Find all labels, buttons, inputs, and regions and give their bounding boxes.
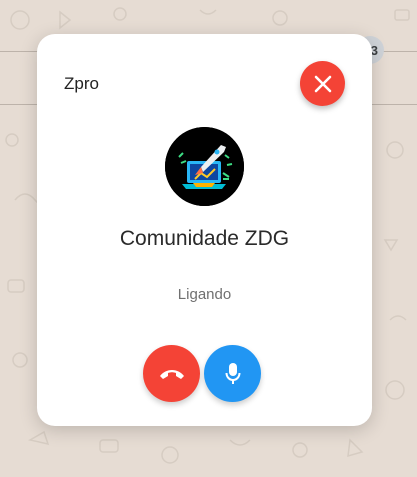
close-icon: [314, 75, 331, 92]
contact-name: Comunidade ZDG: [119, 227, 290, 250]
app-name: Zpro: [64, 74, 99, 93]
microphone-button[interactable]: [204, 345, 261, 402]
contact-avatar: [165, 127, 244, 206]
phone-hangup-icon: [159, 369, 184, 379]
microphone-icon: [225, 362, 240, 384]
call-dialog: Zpro Comunidade ZDG Ligando: [37, 34, 372, 426]
close-button[interactable]: [300, 61, 345, 106]
call-status: Ligando: [177, 286, 232, 303]
hangup-button[interactable]: [143, 345, 200, 402]
rocket-laptop-icon: [165, 127, 244, 206]
